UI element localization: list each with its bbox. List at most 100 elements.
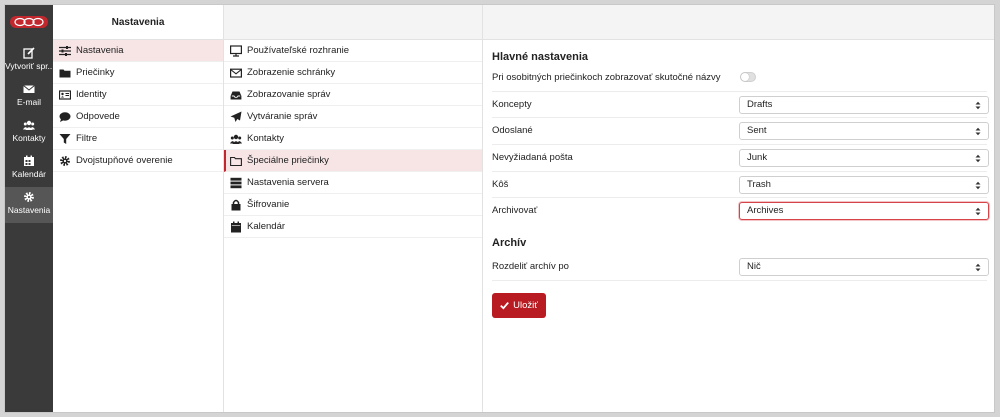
nav-settings[interactable]: Nastavenia [5,187,53,223]
users-icon [230,134,242,144]
settings-item-filters[interactable]: Filtre [53,128,223,150]
section-label: Nastavenia servera [247,176,329,188]
nav-email-label: E-mail [16,97,42,107]
gear-icon [24,192,34,202]
trash-select-value: Trash [747,178,771,190]
sections-list: Používateľské rozhranie Zobrazenie schrá… [224,5,483,412]
select-caret-icon [975,101,981,109]
toggle-row: Pri osobitných priečinkoch zobrazovať sk… [492,65,987,92]
app-navigation: Vytvoriť spr... E-mail Kontakty Kalendár… [5,5,53,412]
nav-contacts-label: Kontakty [12,133,46,143]
section-special-folders[interactable]: Špeciálne priečinky [224,150,482,172]
select-caret-icon [975,263,981,272]
settings-menu: Nastavenia Nastavenia Priečinky Identity… [53,5,224,412]
filter-icon [59,133,71,144]
sent-select-value: Sent [747,125,767,137]
settings-item-two-factor[interactable]: Dvojstupňové overenie [53,150,223,172]
settings-item-preferences[interactable]: Nastavenia [53,40,223,62]
main-settings-title: Hlavné nastavenia [492,51,588,63]
gear-icon [60,155,70,166]
section-server-settings[interactable]: Nastavenia servera [224,172,482,194]
split-archive-select[interactable]: Nič [739,258,989,277]
toggle-label: Pri osobitných priečinkoch zobrazovať sk… [492,72,721,83]
settings-menu-title: Nastavenia [53,5,223,40]
settings-item-label: Dvojstupňové overenie [76,154,173,166]
section-label: Kontakty [247,132,284,144]
section-label: Zobrazenie schránky [247,66,336,78]
nav-compose[interactable]: Vytvoriť spr... [5,43,53,79]
calendar-icon [231,221,241,232]
server-icon [230,177,242,188]
inbox-icon [230,91,242,99]
section-user-interface[interactable]: Používateľské rozhranie [224,40,482,62]
settings-form-pane: Hlavné nastavenia Pri osobitných priečin… [483,5,994,412]
settings-item-label: Priečinky [76,66,115,78]
sent-label: Odoslané [492,125,533,137]
sections-header [224,5,482,40]
show-real-names-toggle[interactable] [740,72,756,82]
split-archive-select-value: Nič [747,261,761,273]
trash-row: Kôš Trash [492,172,989,199]
sliders-icon [59,45,71,56]
nav-calendar[interactable]: Kalendár [5,151,53,187]
envelope-icon [23,85,35,93]
id-card-icon [59,89,71,100]
section-encryption[interactable]: Šifrovanie [224,194,482,216]
sent-row: Odoslané Sent [492,118,989,146]
select-caret-icon [975,128,981,136]
app-window: Vytvoriť spr... E-mail Kontakty Kalendár… [4,4,995,413]
settings-item-identities[interactable]: Identity [53,84,223,106]
users-icon [23,120,35,130]
select-caret-icon [975,208,981,216]
envelope-icon [230,68,242,78]
trash-select[interactable]: Trash [739,175,989,194]
settings-item-label: Odpovede [76,110,120,122]
split-archive-label: Rozdeliť archív po [492,261,569,273]
junk-select-value: Junk [747,152,768,164]
paper-plane-icon [230,111,242,122]
section-composing[interactable]: Vytváranie správ [224,106,482,128]
folder-open-icon [230,156,242,166]
toggle-knob [741,73,749,81]
drafts-label: Koncepty [492,98,532,110]
nav-compose-label: Vytvoriť spr... [5,61,53,71]
comment-icon [59,111,71,122]
settings-item-label: Filtre [76,132,98,144]
section-mailbox-view[interactable]: Zobrazenie schránky [224,62,482,84]
junk-select[interactable]: Junk [739,149,989,168]
junk-label: Nevyžiadaná pošta [492,152,573,164]
settings-item-responses[interactable]: Odpovede [53,106,223,128]
archive-select[interactable]: Archives [739,202,989,221]
select-caret-icon [975,181,981,189]
save-button-label: Uložiť [513,300,538,311]
junk-row: Nevyžiadaná pošta Junk [492,145,989,172]
save-button[interactable]: Uložiť [492,293,546,318]
app-logo [10,16,48,28]
trash-label: Kôš [492,178,509,190]
nav-settings-label: Nastavenia [7,205,51,215]
settings-item-label: Identity [76,88,107,100]
archive-section-title: Archív [492,237,527,250]
select-caret-icon [975,154,981,163]
folder-icon [59,69,71,77]
section-label: Zobrazovanie správ [247,88,331,100]
sent-select[interactable]: Sent [739,122,989,141]
nav-email[interactable]: E-mail [5,79,53,115]
drafts-select[interactable]: Drafts [739,95,989,114]
form-header [483,5,994,40]
lock-icon [231,199,241,210]
checkmark-icon [500,302,510,310]
section-label: Vytváranie správ [247,110,318,122]
section-calendar[interactable]: Kalendár [224,216,482,238]
monitor-icon [230,44,242,57]
section-contacts[interactable]: Kontakty [224,128,482,150]
compose-icon [23,47,35,59]
section-message-display[interactable]: Zobrazovanie správ [224,84,482,106]
drafts-select-value: Drafts [747,98,773,110]
nav-contacts[interactable]: Kontakty [5,115,53,151]
settings-item-folders[interactable]: Priečinky [53,62,223,84]
nav-calendar-label: Kalendár [11,169,47,179]
settings-item-label: Nastavenia [76,44,124,56]
section-label: Šifrovanie [247,198,290,210]
section-label: Používateľské rozhranie [247,44,350,56]
